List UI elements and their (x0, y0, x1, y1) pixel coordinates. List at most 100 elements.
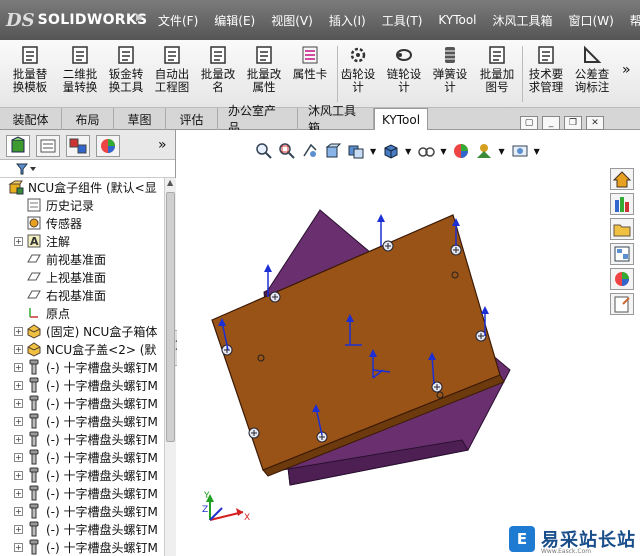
ribbon-button-spring[interactable]: 弹簧设 计 (427, 44, 473, 104)
hide-show-items-icon[interactable] (417, 142, 436, 160)
apply-scene-dropdown-icon[interactable]: ▼ (498, 147, 504, 156)
feature-tree-item[interactable]: + (-) 十字槽盘头螺钉M (0, 520, 164, 538)
feature-tree-tab[interactable] (6, 135, 30, 157)
view-orientation-dropdown-icon[interactable]: ▼ (370, 147, 376, 156)
feature-tree-item[interactable]: NCU盒子组件 (默认<显 (0, 178, 164, 196)
expand-toggle-icon[interactable]: + (14, 236, 23, 246)
property-manager-tab[interactable] (36, 135, 60, 157)
viewport-minimize-icon[interactable]: _ (542, 116, 560, 130)
screw-head-icon[interactable] (450, 244, 462, 256)
logo-menu-arrow-icon[interactable]: ▶ (136, 12, 146, 28)
previous-view-icon[interactable] (301, 142, 319, 160)
screw-head-icon[interactable] (269, 291, 281, 303)
zoom-to-fit-icon[interactable] (255, 142, 273, 160)
feature-tree-item[interactable]: + (-) 十字槽盘头螺钉M (0, 466, 164, 484)
configuration-manager-tab[interactable] (66, 135, 90, 157)
solidworks-resources-icon[interactable] (610, 168, 634, 190)
menu-item-6[interactable]: 沐风工具箱 (485, 0, 561, 40)
tree-scrollbar[interactable]: ▲ (164, 178, 176, 556)
ribbon-button-number[interactable]: 批量加 图号 (474, 44, 520, 104)
screw-head-icon[interactable] (382, 240, 394, 252)
panel-more-icon[interactable]: » (158, 137, 167, 153)
feature-tree-item[interactable]: 右视基准面 (0, 286, 164, 304)
feature-tree-item[interactable]: + (-) 十字槽盘头螺钉M (0, 484, 164, 502)
solidworks-logo[interactable]: DS SOLIDWORKS (6, 6, 147, 34)
ribbon-button-sheetmetal[interactable]: 钣金转 换工具 (103, 44, 149, 104)
feature-tree-item[interactable]: + (-) 十字槽盘头螺钉M (0, 430, 164, 448)
menu-item-8[interactable]: 帮助(H) (622, 0, 640, 40)
feature-tree-item[interactable]: + NCU盒子盖<2> (默 (0, 340, 164, 358)
expand-toggle-icon[interactable]: + (14, 326, 23, 336)
design-library-icon[interactable] (610, 193, 634, 215)
expand-toggle-icon[interactable]: + (14, 398, 23, 408)
ribbon-more-icon[interactable]: » (622, 62, 631, 78)
expand-toggle-icon[interactable]: + (14, 470, 23, 480)
tab-6[interactable]: KYTool (374, 108, 428, 131)
tab-3[interactable]: 评估 (166, 108, 218, 130)
expand-toggle-icon[interactable]: + (14, 344, 23, 354)
tree-scroll-thumb[interactable] (166, 192, 175, 442)
ribbon-button-template[interactable]: 批量替 换模板 (7, 44, 53, 104)
expand-toggle-icon[interactable]: + (14, 362, 23, 372)
feature-tree-item[interactable]: 上视基准面 (0, 268, 164, 286)
feature-tree-item[interactable]: + A 注解 (0, 232, 164, 250)
tab-0[interactable]: 装配体 (0, 108, 62, 130)
feature-tree-item[interactable]: 原点 (0, 304, 164, 322)
ribbon-button-tech[interactable]: 技术要 求管理 (523, 44, 569, 104)
menu-item-0[interactable]: 文件(F) (150, 0, 206, 40)
feature-tree-item[interactable]: + (-) 十字槽盘头螺钉M (0, 394, 164, 412)
ribbon-button-rename[interactable]: 批量改 名 (195, 44, 241, 104)
apply-scene-icon[interactable] (475, 142, 493, 160)
filter-icon[interactable] (16, 163, 38, 175)
ribbon-button-gear[interactable]: 齿轮设 计 (335, 44, 381, 104)
display-manager-tab[interactable] (96, 135, 120, 157)
viewport-restore-icon[interactable]: ❐ (564, 116, 582, 130)
expand-toggle-icon[interactable]: + (14, 434, 23, 444)
feature-tree-item[interactable]: 历史记录 (0, 196, 164, 214)
display-style-dropdown-icon[interactable]: ▼ (405, 147, 411, 156)
model-viewport[interactable]: Y X Z (177, 170, 610, 530)
edit-appearance-icon[interactable] (452, 142, 470, 160)
scroll-up-icon[interactable]: ▲ (167, 178, 173, 187)
zoom-to-area-icon[interactable] (278, 142, 296, 160)
ribbon-button-props[interactable]: 批量改 属性 (241, 44, 287, 104)
expand-toggle-icon[interactable]: + (14, 452, 23, 462)
feature-tree-item[interactable]: 传感器 (0, 214, 164, 232)
view-orientation-icon[interactable] (347, 142, 365, 160)
menu-item-5[interactable]: KYTool (430, 0, 484, 40)
expand-toggle-icon[interactable]: + (14, 380, 23, 390)
custom-properties-icon[interactable] (610, 293, 634, 315)
feature-tree-item[interactable]: + (-) 十字槽盘头螺钉M (0, 376, 164, 394)
tab-1[interactable]: 布局 (62, 108, 114, 130)
appearances-scenes-icon[interactable] (610, 268, 634, 290)
feature-tree-item[interactable]: + (固定) NCU盒子箱体 (0, 322, 164, 340)
feature-tree-item[interactable]: + (-) 十字槽盘头螺钉M (0, 448, 164, 466)
viewport-split-icon[interactable]: ▢ (520, 116, 538, 130)
menu-item-2[interactable]: 视图(V) (263, 0, 321, 40)
file-explorer-icon[interactable] (610, 218, 634, 240)
menu-item-1[interactable]: 编辑(E) (206, 0, 263, 40)
ribbon-button-convert[interactable]: 二维批 量转换 (57, 44, 103, 104)
ribbon-button-card[interactable]: 属性卡 (287, 44, 333, 104)
view-palette-icon[interactable] (610, 243, 634, 265)
tab-2[interactable]: 草图 (114, 108, 166, 130)
screw-head-icon[interactable] (248, 427, 260, 439)
expand-toggle-icon[interactable]: + (14, 542, 23, 552)
menu-item-3[interactable]: 插入(I) (321, 0, 374, 40)
view-settings-icon[interactable] (511, 142, 529, 160)
feature-tree-item[interactable]: + (-) 十字槽盘头螺钉M (0, 502, 164, 520)
display-style-icon[interactable] (382, 142, 400, 160)
feature-tree-item[interactable]: 前视基准面 (0, 250, 164, 268)
ribbon-button-drawing[interactable]: 自动出 工程图 (149, 44, 195, 104)
ribbon-button-sprocket[interactable]: 链轮设 计 (381, 44, 427, 104)
feature-tree-item[interactable]: + (-) 十字槽盘头螺钉M (0, 538, 164, 556)
feature-tree-item[interactable]: + (-) 十字槽盘头螺钉M (0, 412, 164, 430)
tab-4[interactable]: 办公室产品 (218, 104, 298, 135)
ribbon-button-tolerance[interactable]: 公差查 询标注 (569, 44, 615, 104)
menu-item-4[interactable]: 工具(T) (374, 0, 431, 40)
expand-toggle-icon[interactable]: + (14, 416, 23, 426)
hide-show-dropdown-icon[interactable]: ▼ (440, 147, 446, 156)
viewport-close-icon[interactable]: ✕ (586, 116, 604, 130)
expand-toggle-icon[interactable]: + (14, 506, 23, 516)
expand-toggle-icon[interactable]: + (14, 524, 23, 534)
